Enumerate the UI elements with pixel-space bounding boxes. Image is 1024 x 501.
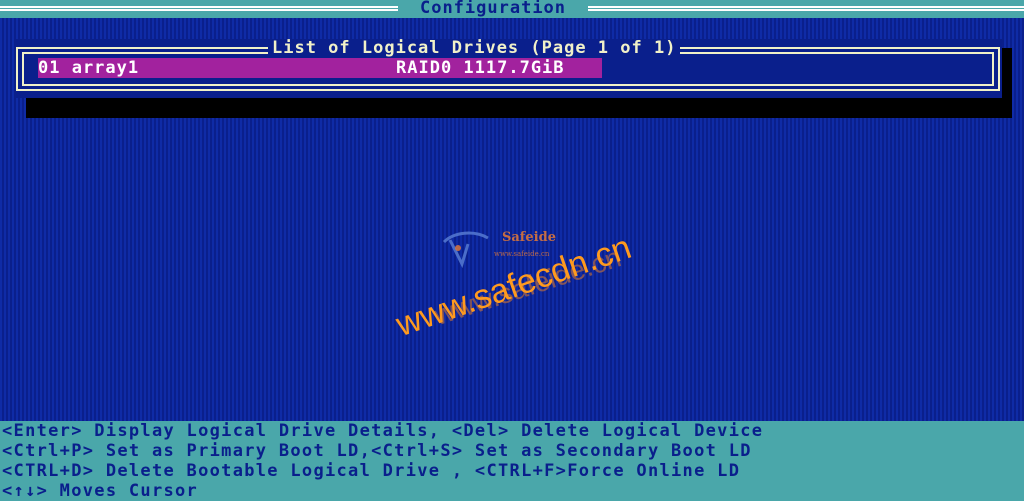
watermark-swoosh-icon bbox=[442, 231, 489, 269]
watermark-brand: Safeide bbox=[502, 230, 556, 245]
title-rule-right bbox=[588, 6, 1024, 11]
list-title: List of Logical Drives (Page 1 of 1) bbox=[268, 39, 681, 57]
help-line-delete-force: <CTRL+D> Delete Bootable Logical Drive ,… bbox=[2, 461, 741, 481]
help-line-move-cursor: <↑↓> Moves Cursor bbox=[2, 481, 199, 501]
list-box-shadow-bottom bbox=[26, 98, 1004, 118]
title-rule-left bbox=[0, 6, 398, 11]
help-line-enter-del: <Enter> Display Logical Drive Details, <… bbox=[2, 421, 764, 441]
title-bar: Configuration bbox=[0, 0, 1024, 18]
help-bar: <Enter> Display Logical Drive Details, <… bbox=[0, 421, 1024, 501]
drive-name: 01 array1 bbox=[38, 58, 140, 78]
screen-title: Configuration bbox=[419, 0, 567, 18]
help-line-boot-ld: <Ctrl+P> Set as Primary Boot LD,<Ctrl+S>… bbox=[2, 441, 752, 461]
drive-raid-info: RAID0 1117.7GiB bbox=[396, 58, 565, 78]
logical-drive-row-selected[interactable]: 01 array1 RAID0 1117.7GiB bbox=[38, 58, 602, 78]
logical-drives-list: List of Logical Drives (Page 1 of 1) 01 … bbox=[14, 39, 1002, 98]
